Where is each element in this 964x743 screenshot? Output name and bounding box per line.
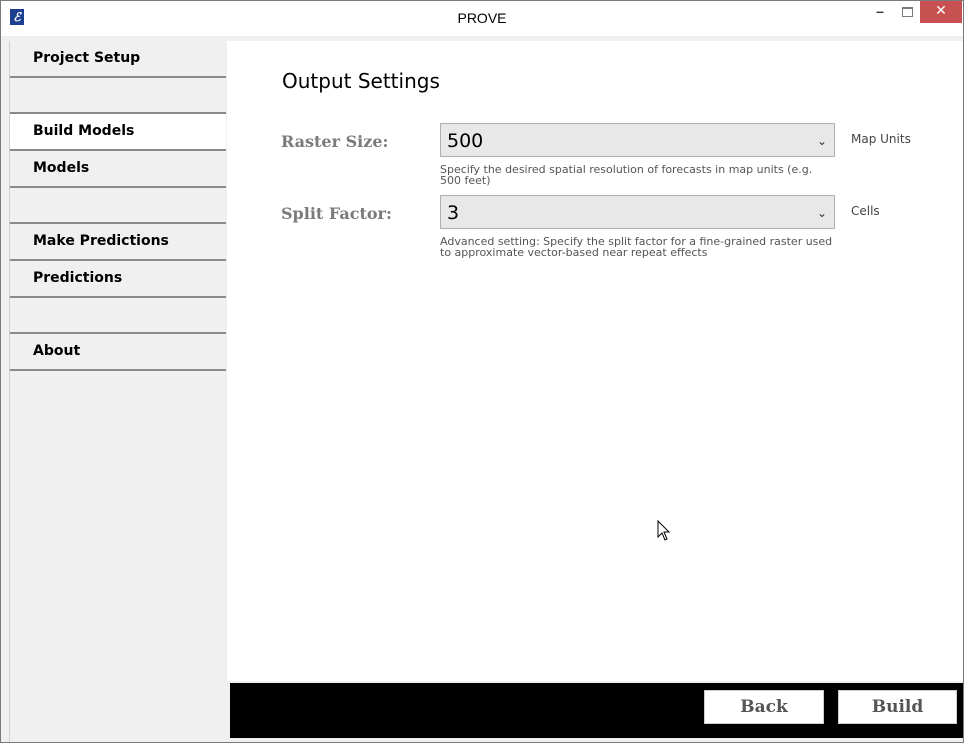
sidebar-divider — [10, 298, 226, 334]
minimize-button[interactable]: – — [867, 1, 893, 23]
raster-size-value: 500 — [447, 130, 484, 152]
sidebar-item-build-models[interactable]: Build Models — [10, 114, 226, 151]
title-bar[interactable]: ℰ PROVE – ✕ — [1, 1, 963, 36]
sidebar-item-label: Make Predictions — [33, 233, 169, 249]
footer-bar: Back Build — [230, 683, 963, 738]
sidebar-item-label: About — [33, 343, 81, 359]
sidebar-item-about[interactable]: About — [10, 334, 226, 371]
split-factor-help: Advanced setting: Specify the split fact… — [440, 235, 833, 259]
sidebar-item-label: Predictions — [33, 270, 123, 286]
split-factor-unit: Cells — [851, 204, 880, 218]
split-factor-label: Split Factor: — [281, 204, 392, 223]
sidebar-divider — [10, 188, 226, 224]
sidebar-item-label: Build Models — [33, 123, 135, 139]
close-button[interactable]: ✕ — [920, 1, 962, 23]
raster-size-unit: Map Units — [851, 132, 911, 146]
sidebar-item-label: Project Setup — [33, 50, 141, 66]
sidebar-item-make-predictions[interactable]: Make Predictions — [10, 224, 226, 261]
window-title: PROVE — [457, 10, 507, 26]
sidebar-item-predictions[interactable]: Predictions — [10, 261, 226, 298]
sidebar-item-label: Models — [33, 160, 90, 176]
chevron-down-icon: ⌄ — [816, 134, 827, 148]
mouse-pointer-icon — [657, 520, 671, 541]
build-button[interactable]: Build — [838, 690, 957, 724]
split-factor-select[interactable]: 3 ⌄ — [440, 195, 835, 229]
maximize-button[interactable] — [894, 1, 920, 23]
raster-size-help: Specify the desired spatial resolution o… — [440, 163, 813, 187]
raster-size-select[interactable]: 500 ⌄ — [440, 123, 835, 157]
sidebar-divider — [10, 78, 226, 114]
sidebar-nav: Project Setup Build Models Models Make P… — [9, 41, 227, 742]
sidebar-item-project-setup[interactable]: Project Setup — [10, 41, 226, 78]
chevron-down-icon: ⌄ — [816, 206, 827, 220]
app-window: ℰ PROVE – ✕ Project Setup Build Models M… — [0, 0, 964, 743]
page-title: Output Settings — [282, 69, 440, 93]
raster-size-label: Raster Size: — [281, 132, 389, 151]
back-button[interactable]: Back — [704, 690, 824, 724]
sidebar-item-models[interactable]: Models — [10, 151, 226, 188]
split-factor-value: 3 — [447, 202, 460, 224]
main-panel: Output Settings Raster Size: 500 ⌄ Map U… — [227, 41, 963, 681]
